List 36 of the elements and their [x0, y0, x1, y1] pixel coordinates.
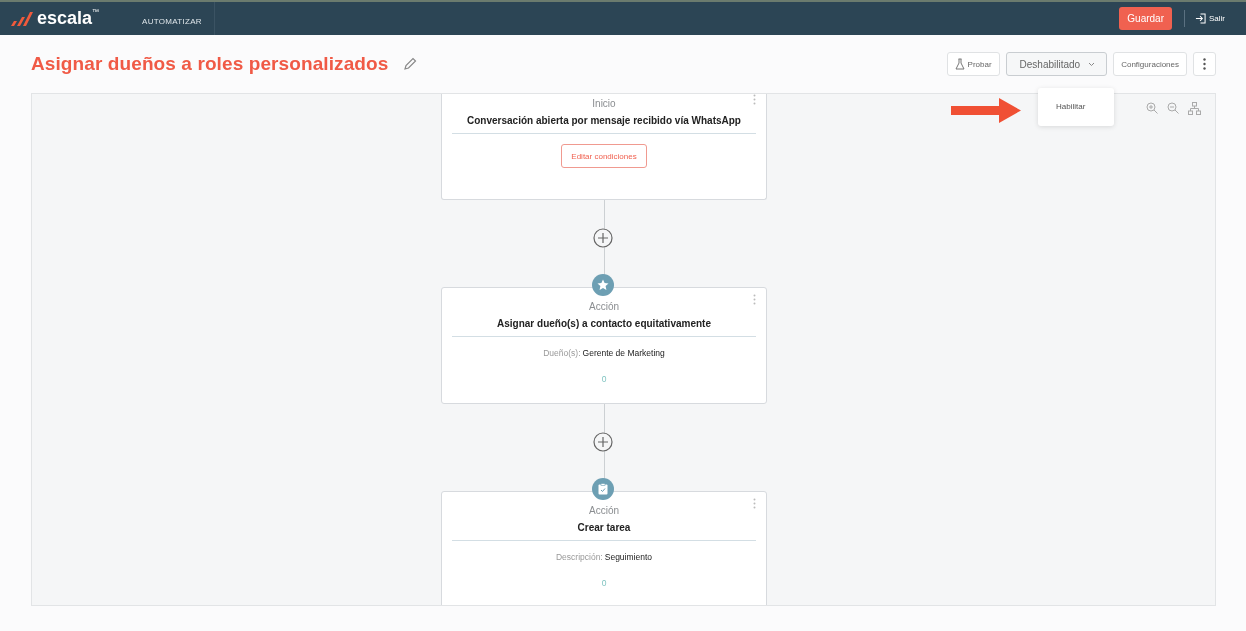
settings-button[interactable]: Configuraciones	[1113, 52, 1187, 76]
logo-slashes-icon	[10, 10, 34, 27]
menu-item[interactable]: Habilitar	[1038, 102, 1114, 111]
page-title: Asignar dueños a roles personalizados	[31, 53, 389, 75]
nav-tab[interactable]: AUTOMATIZAR	[142, 2, 215, 35]
node-type-label: Acción	[589, 301, 619, 312]
detail-value: Seguimiento	[604, 552, 652, 562]
node-type-label: Acción	[589, 505, 619, 516]
arrow-icon	[951, 98, 1021, 123]
logo-text: escala$^{™}$	[37, 8, 100, 29]
node-title: Conversación abierta por mensaje recibido vía WhatsApp	[467, 115, 741, 126]
zoom-in-icon[interactable]	[1146, 102, 1158, 114]
count-text: 0	[601, 374, 607, 384]
pencil-icon[interactable]	[403, 57, 418, 71]
detail-label: Descripción:	[555, 552, 603, 562]
kebab-icon	[1203, 58, 1206, 70]
node-card[interactable]: Inicio Conversación abierta por mensaje recibido vía WhatsApp Editar condiciones	[441, 94, 767, 200]
status-dropdown[interactable]: Deshabilitado	[1005, 52, 1108, 76]
node-card[interactable]: Acción Asignar dueño(s) a contacto equitativamente Dueño(s): Gerente de Marketing 0	[441, 287, 767, 404]
node-type-label: Inicio	[592, 98, 616, 109]
zoom-out-icon[interactable]	[1167, 102, 1179, 114]
logout-link[interactable]: Salir	[1195, 13, 1225, 24]
detail-value: Gerente de Marketing	[582, 348, 665, 358]
more-button[interactable]	[1193, 52, 1216, 76]
test-button[interactable]: Probar	[946, 52, 1000, 76]
count-text: 0	[601, 578, 607, 588]
node-title: Crear tarea	[577, 522, 631, 533]
add-step-icon[interactable]	[593, 228, 613, 248]
node-card[interactable]: Acción Crear tarea Descripción: Seguimiento 0	[441, 491, 767, 605]
flask-icon	[954, 58, 965, 70]
detail-label: Dueño(s):	[543, 348, 581, 358]
exit-icon	[1195, 13, 1206, 24]
node-title: Asignar dueño(s) a contacto equitativamente	[497, 318, 711, 329]
caret-icon	[1088, 61, 1096, 67]
hierarchy-icon[interactable]	[1188, 102, 1201, 115]
add-step-icon[interactable]	[593, 432, 613, 452]
